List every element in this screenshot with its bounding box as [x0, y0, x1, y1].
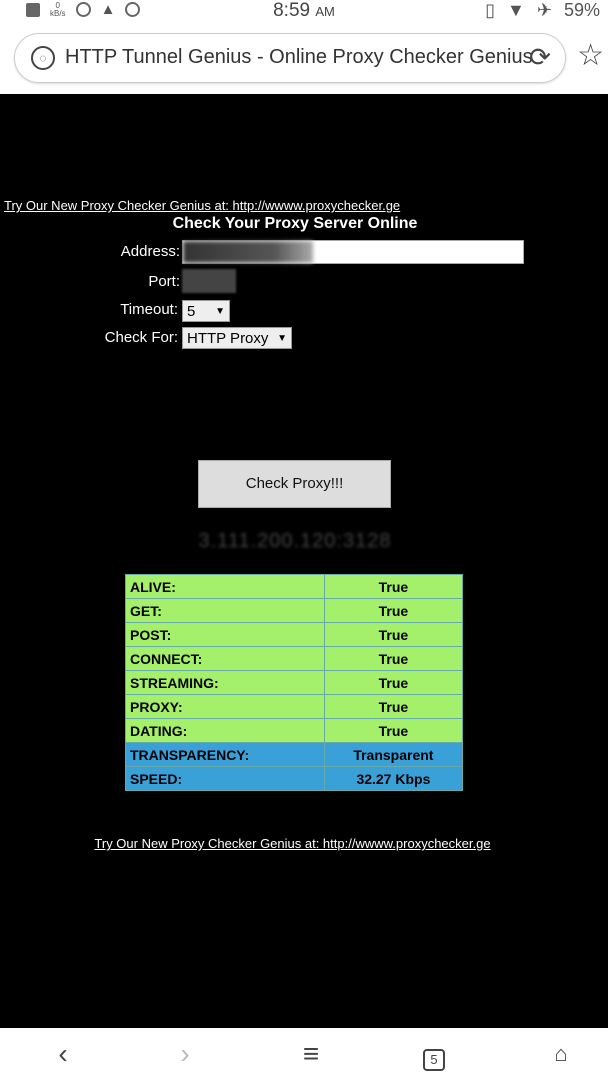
star-icon[interactable]: ☆	[577, 38, 604, 73]
table-row: SPEED: 32.27 Kbps	[125, 766, 464, 791]
status-bar: 0 kB/s ▲ 8:59 AM ▯ ▼ ✈ 59%	[0, 0, 608, 24]
address-label: Address:	[120, 243, 180, 260]
airplane-icon: ✈	[536, 0, 552, 20]
result-label: GET:	[125, 598, 325, 623]
table-row: ALIVE: True	[125, 574, 464, 599]
timeout-value: 5	[187, 303, 196, 320]
clock-ampm: AM	[315, 4, 335, 19]
result-value: True	[323, 598, 464, 623]
vibrate-icon: ▯	[485, 0, 496, 20]
table-row: STREAMING: True	[125, 670, 464, 695]
web-content: Try Our New Proxy Checker Genius at: htt…	[0, 94, 608, 1028]
table-row: CONNECT: True	[125, 646, 464, 671]
chevron-down-icon: ▼	[277, 333, 287, 344]
result-value: True	[323, 574, 464, 599]
result-value: True	[323, 622, 464, 647]
result-label: ALIVE:	[125, 574, 325, 599]
forward-icon[interactable]: ›	[170, 1040, 200, 1070]
check-for-select[interactable]: HTTP Proxy ▼	[182, 327, 292, 349]
bottom-proxychecker-link[interactable]: Try Our New Proxy Checker Genius at: htt…	[0, 836, 585, 851]
result-label: SPEED:	[125, 766, 325, 791]
address-bar[interactable]: ◌ HTTP Tunnel Genius - Online Proxy Chec…	[14, 33, 566, 83]
chevron-down-icon: ▼	[215, 306, 225, 317]
timeout-select[interactable]: 5 ▼	[182, 300, 230, 322]
result-label: POST:	[125, 622, 325, 647]
clock-time: 8:59	[273, 0, 311, 21]
port-input[interactable]	[182, 269, 236, 293]
check-proxy-button[interactable]: Check Proxy!!!	[198, 460, 391, 508]
table-row: PROXY: True	[125, 694, 464, 719]
check-for-label: Check For:	[104, 329, 178, 346]
table-row: DATING: True	[125, 718, 464, 743]
result-value: Transparent	[323, 742, 464, 767]
home-icon[interactable]: ⌂	[546, 1040, 576, 1070]
back-icon[interactable]: ‹	[48, 1040, 78, 1070]
page-title[interactable]: HTTP Tunnel Genius - Online Proxy Checke…	[65, 46, 533, 69]
browser-toolbar: ◌ HTTP Tunnel Genius - Online Proxy Chec…	[0, 24, 608, 94]
status-icons-right: ▯ ▼ ✈ 59%	[485, 0, 600, 21]
menu-icon[interactable]: ≡	[296, 1040, 326, 1070]
address-input[interactable]	[182, 240, 524, 264]
port-label: Port:	[148, 273, 180, 290]
address-redacted	[183, 241, 313, 263]
site-info-icon[interactable]: ◌	[31, 46, 55, 70]
result-label: CONNECT:	[125, 646, 325, 671]
table-row: GET: True	[125, 598, 464, 623]
results-table: ALIVE: True GET: True POST: True CONNECT: Tr…	[125, 574, 464, 791]
table-row: POST: True	[125, 622, 464, 647]
result-value: True	[323, 694, 464, 719]
check-for-value: HTTP Proxy	[187, 330, 269, 347]
result-value: 32.27 Kbps	[323, 766, 464, 791]
form-title: Check Your Proxy Server Online	[172, 215, 418, 232]
tabs-icon[interactable]: 5	[423, 1049, 445, 1071]
result-value: True	[323, 718, 464, 743]
battery-percent: 59%	[563, 0, 600, 20]
table-row: TRANSPARENCY: Transparent	[125, 742, 464, 767]
top-proxychecker-link[interactable]: Try Our New Proxy Checker Genius at: htt…	[4, 198, 400, 213]
result-label: DATING:	[125, 718, 325, 743]
result-label: PROXY:	[125, 694, 325, 719]
result-label: TRANSPARENCY:	[125, 742, 325, 767]
ip-result: 3.111.200.120:3128	[198, 530, 392, 552]
timeout-label: Timeout:	[120, 301, 178, 318]
result-label: STREAMING:	[125, 670, 325, 695]
reload-icon[interactable]: ⟳	[525, 42, 555, 72]
wifi-icon: ▼	[507, 0, 525, 20]
result-value: True	[323, 646, 464, 671]
result-value: True	[323, 670, 464, 695]
browser-bottom-bar: ‹ › ≡ 5 ⌂	[0, 1028, 608, 1080]
